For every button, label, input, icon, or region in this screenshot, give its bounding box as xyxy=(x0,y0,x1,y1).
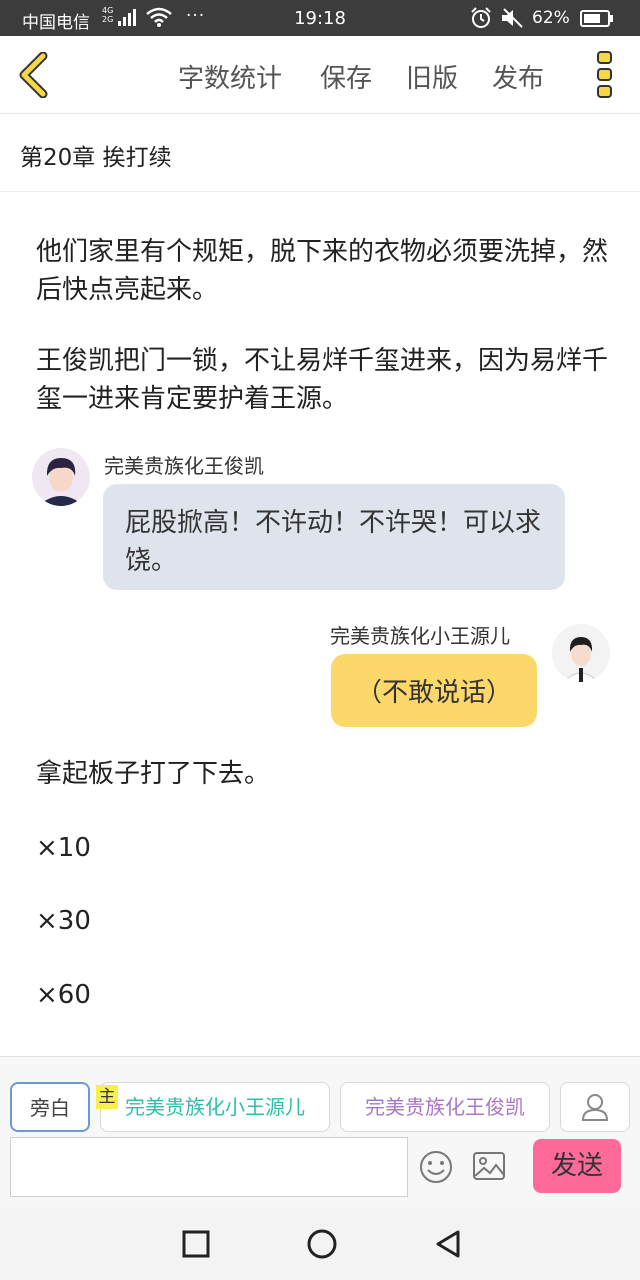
add-character-button[interactable] xyxy=(560,1082,630,1132)
story-paragraph: ×60 xyxy=(36,980,91,1010)
character-chip[interactable]: 完美贵族化小王源儿 xyxy=(100,1082,330,1132)
character-chip[interactable]: 完美贵族化王俊凯 xyxy=(340,1082,550,1132)
main-character-badge: 主 xyxy=(96,1085,118,1109)
story-paragraph: ×30 xyxy=(36,906,91,936)
narration-chip[interactable]: 旁白 xyxy=(10,1082,90,1132)
image-icon[interactable] xyxy=(472,1151,506,1185)
speaker-name: 完美贵族化小王源儿 xyxy=(330,624,510,648)
emoji-icon[interactable] xyxy=(418,1149,454,1189)
story-paragraph: 王俊凯把门一锁，不让易烊千玺进来，因为易烊千玺一进来肯定要护着王源。 xyxy=(36,346,609,414)
chapter-title: 第20章 挨打续 xyxy=(20,145,172,171)
battery-icon xyxy=(580,10,614,32)
old-version-button[interactable]: 旧版 xyxy=(406,58,458,95)
recents-icon[interactable] xyxy=(182,1230,210,1262)
save-button[interactable]: 保存 xyxy=(320,58,372,95)
chat-bubble[interactable]: （不敢说话） xyxy=(331,654,537,727)
more-menu-icon[interactable] xyxy=(596,50,614,104)
speaker-name: 完美贵族化王俊凯 xyxy=(104,454,264,478)
back-nav-icon[interactable] xyxy=(434,1229,462,1263)
system-nav-bar xyxy=(0,1208,640,1280)
compose-panel: 旁白 完美贵族化小王源儿 完美贵族化王俊凯 发送 xyxy=(0,1056,640,1208)
alarm-icon xyxy=(470,7,492,34)
avatar[interactable] xyxy=(552,624,610,682)
story-paragraph: 拿起板子打了下去。 xyxy=(36,759,271,789)
battery-percent: 62% xyxy=(532,8,570,28)
mute-icon xyxy=(500,7,524,34)
editor-toolbar: 字数统计 保存 旧版 发布 xyxy=(0,36,640,114)
person-icon xyxy=(581,1094,609,1127)
publish-button[interactable]: 发布 xyxy=(492,58,544,95)
chapter-header: 第20章 挨打续 xyxy=(0,114,640,192)
story-paragraph: 他们家里有个规矩，脱下来的衣物必须要洗掉，然后快点亮起来。 xyxy=(36,237,609,305)
story-paragraph: ×10 xyxy=(36,833,91,863)
status-bar: 中国电信 4G 2G ··· 19:18 62% xyxy=(0,0,640,36)
back-icon[interactable] xyxy=(16,51,50,102)
avatar[interactable] xyxy=(32,448,90,506)
send-button[interactable]: 发送 xyxy=(533,1139,621,1193)
message-input[interactable] xyxy=(10,1137,408,1197)
home-icon[interactable] xyxy=(306,1228,338,1264)
word-count-button[interactable]: 字数统计 xyxy=(178,58,282,95)
chat-bubble[interactable]: 屁股掀高！不许动！不许哭！可以求饶。 xyxy=(103,484,565,590)
